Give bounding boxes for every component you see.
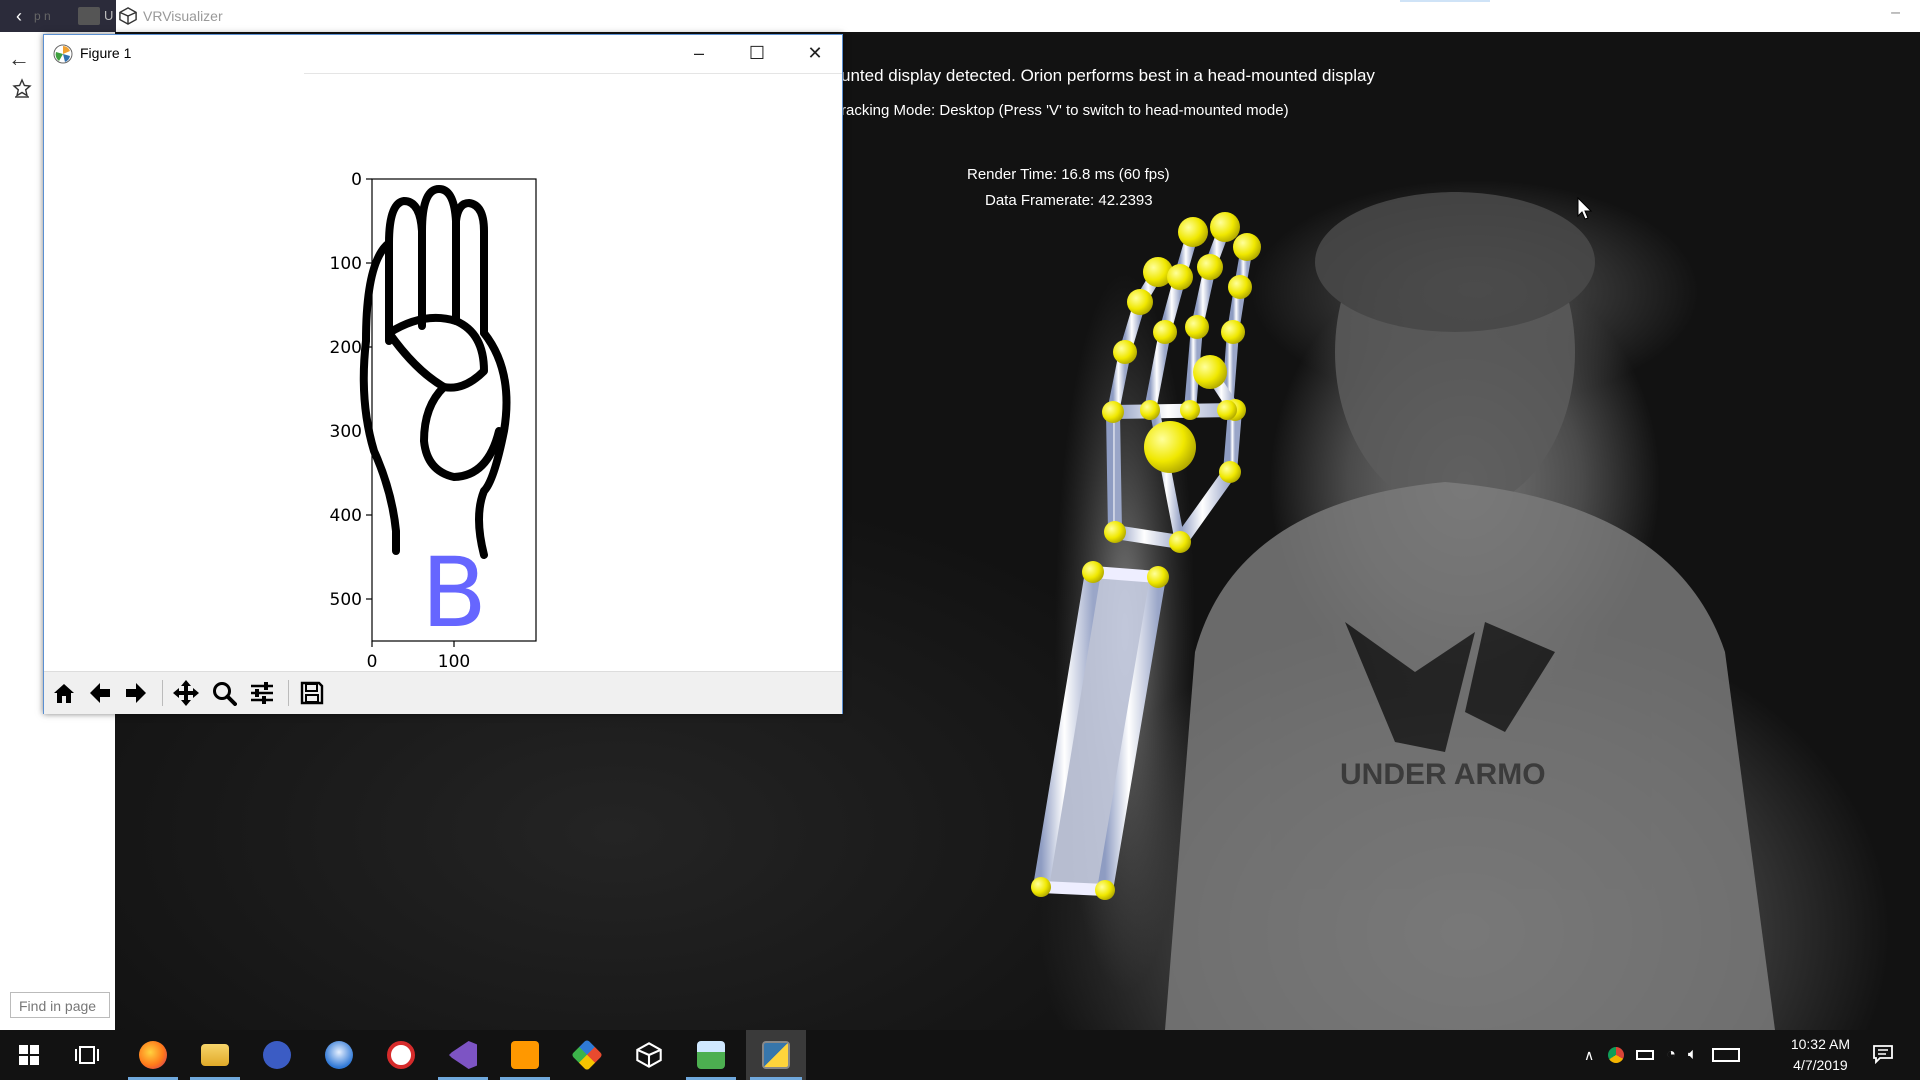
block-icon bbox=[387, 1041, 415, 1069]
y-tick-label: 400 bbox=[330, 506, 362, 526]
person-silhouette: UNDER ARMO bbox=[1165, 192, 1775, 1030]
task-view-icon bbox=[75, 1046, 99, 1064]
task-view-button[interactable] bbox=[58, 1030, 116, 1080]
taskbar-clock[interactable]: 10:32 AM 4/7/2019 bbox=[1791, 1034, 1850, 1076]
chrome-tray-icon[interactable] bbox=[1608, 1047, 1625, 1063]
taskbar-visual-studio[interactable] bbox=[434, 1030, 492, 1080]
tab-label[interactable]: U bbox=[104, 8, 113, 23]
y-tick-label: 100 bbox=[330, 254, 362, 274]
visual-studio-icon bbox=[449, 1041, 477, 1069]
zoom-icon bbox=[213, 682, 237, 706]
plot-axes: B 0 100 200 300 400 500 0 100 bbox=[330, 170, 537, 671]
home-icon bbox=[54, 684, 74, 703]
toolbar-separator bbox=[162, 680, 163, 706]
figure-title: Figure 1 bbox=[80, 45, 132, 61]
taskbar-blocker[interactable] bbox=[372, 1030, 430, 1080]
configure-icon bbox=[251, 682, 273, 704]
taskbar-git[interactable] bbox=[558, 1030, 616, 1080]
firefox-icon bbox=[139, 1041, 167, 1069]
figure-maximize-button[interactable]: ☐ bbox=[734, 39, 780, 67]
taskbar-image-viewer[interactable] bbox=[682, 1030, 740, 1080]
start-button[interactable] bbox=[0, 1030, 58, 1080]
unity-icon bbox=[636, 1042, 662, 1068]
taskbar-file-explorer[interactable] bbox=[186, 1030, 244, 1080]
tracking-mode-text: racking Mode: Desktop (Press 'V' to swit… bbox=[841, 102, 1289, 119]
tab-back-icon[interactable]: ‹ bbox=[8, 5, 30, 27]
asl-letter-label: B bbox=[421, 537, 487, 649]
unity-logo-icon bbox=[119, 7, 137, 25]
y-tick-label: 300 bbox=[330, 422, 362, 442]
volume-icon[interactable]: 🔈︎ bbox=[1688, 1046, 1698, 1064]
figure-window[interactable]: Figure 1 – ☐ ✕ B 0 100 200 300 400 500 0 100 bbox=[43, 34, 843, 714]
x-tick-label: 0 bbox=[367, 652, 378, 671]
y-tick-label: 200 bbox=[330, 338, 362, 358]
back-icon bbox=[90, 683, 110, 703]
battery-icon[interactable] bbox=[1636, 1050, 1655, 1060]
taskbar-firefox[interactable] bbox=[124, 1030, 182, 1080]
hmd-warning-text: unted display detected. Orion performs b… bbox=[841, 66, 1375, 85]
home-button[interactable] bbox=[48, 677, 80, 709]
forward-icon bbox=[126, 683, 146, 703]
python-icon bbox=[762, 1041, 790, 1069]
taskbar-python[interactable] bbox=[746, 1030, 806, 1080]
taskbar-sublime[interactable] bbox=[496, 1030, 554, 1080]
tab-app-icon[interactable] bbox=[78, 7, 100, 25]
sublime-icon bbox=[511, 1041, 539, 1069]
taskbar-vpn[interactable] bbox=[248, 1030, 306, 1080]
figure-close-button[interactable]: ✕ bbox=[792, 39, 838, 67]
figure-titlebar[interactable]: Figure 1 – ☐ ✕ bbox=[44, 35, 842, 71]
configure-subplots-button[interactable] bbox=[246, 677, 278, 709]
tab-ghost-label[interactable]: p n bbox=[34, 9, 51, 23]
clock-date: 4/7/2019 bbox=[1793, 1057, 1848, 1073]
data-framerate-text: Data Framerate: 42.2393 bbox=[985, 192, 1153, 209]
x-tick-label: 100 bbox=[438, 652, 470, 671]
wifi-icon[interactable]: ◔ bbox=[1666, 1046, 1676, 1064]
figure-toolbar bbox=[44, 671, 842, 714]
toolbar-separator bbox=[288, 680, 289, 706]
favorites-star-icon[interactable] bbox=[12, 78, 32, 98]
mouse-cursor-icon bbox=[1577, 197, 1593, 220]
back-button[interactable] bbox=[84, 677, 116, 709]
taskbar-thunderbird[interactable] bbox=[310, 1030, 368, 1080]
figure-minimize-button[interactable]: – bbox=[676, 39, 722, 67]
pan-icon bbox=[173, 680, 199, 706]
y-tick-label: 0 bbox=[351, 170, 362, 190]
windows-taskbar: ∧ ◔ 🔈︎ 10:32 AM 4/7/2019 bbox=[0, 1030, 1920, 1080]
render-time-text: Render Time: 16.8 ms (60 fps) bbox=[967, 166, 1170, 183]
system-tray: ∧ ◔ 🔈︎ bbox=[1584, 1030, 1740, 1080]
picture-icon bbox=[697, 1041, 725, 1069]
find-in-page-input[interactable]: Find in page bbox=[10, 992, 110, 1018]
shirt-logo-text: UNDER ARMO bbox=[1340, 758, 1546, 791]
lock-shield-icon bbox=[263, 1041, 291, 1069]
top-title-strip: ‹ p n U VRVisualizer – bbox=[0, 0, 1920, 32]
git-icon bbox=[571, 1039, 603, 1071]
tray-overflow-chevron-icon[interactable]: ∧ bbox=[1584, 1047, 1594, 1064]
minimize-button[interactable]: – bbox=[1891, 4, 1900, 22]
figure-plot[interactable]: B 0 100 200 300 400 500 0 100 bbox=[44, 71, 842, 671]
forward-button[interactable] bbox=[120, 677, 152, 709]
save-icon bbox=[300, 681, 324, 705]
zoom-button[interactable] bbox=[208, 677, 240, 709]
pan-button[interactable] bbox=[170, 677, 202, 709]
vr-window-title: VRVisualizer bbox=[143, 8, 223, 24]
y-tick-label: 500 bbox=[330, 590, 362, 610]
save-button[interactable] bbox=[296, 677, 328, 709]
windows-logo-icon bbox=[19, 1045, 39, 1065]
clock-time: 10:32 AM bbox=[1790, 1036, 1850, 1052]
back-arrow-icon[interactable]: ← bbox=[8, 46, 30, 72]
action-center-icon[interactable] bbox=[1872, 1044, 1894, 1064]
keyboard-icon[interactable] bbox=[1711, 1048, 1740, 1062]
matplotlib-logo-icon bbox=[53, 44, 73, 64]
folder-icon bbox=[201, 1044, 229, 1066]
mail-icon bbox=[325, 1041, 353, 1069]
taskbar-unity[interactable] bbox=[620, 1030, 678, 1080]
title-accent-line bbox=[1400, 0, 1490, 2]
browser-tab-strip: ‹ p n U bbox=[0, 0, 116, 32]
